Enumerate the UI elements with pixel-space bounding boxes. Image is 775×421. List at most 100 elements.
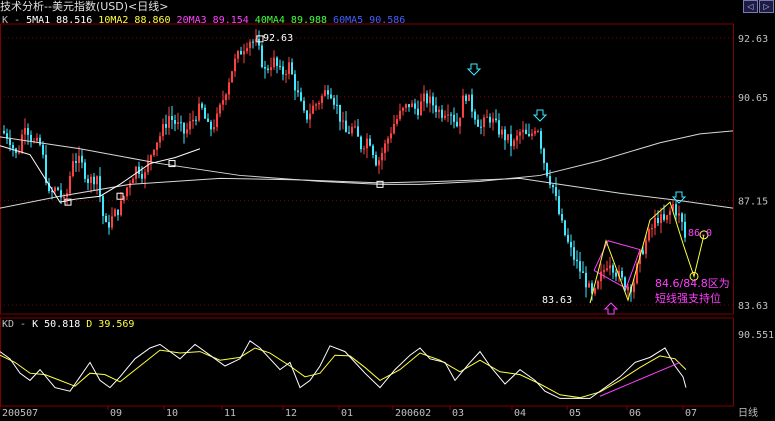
candle-body — [510, 134, 512, 146]
candle-body — [171, 116, 173, 120]
candle-body — [210, 121, 212, 130]
candle-body — [87, 178, 89, 183]
candle-body — [165, 123, 167, 128]
candle-body — [156, 142, 158, 150]
candle-body — [75, 161, 77, 163]
candle-body — [438, 109, 440, 112]
candle-body — [558, 196, 560, 215]
candle-body — [555, 187, 557, 197]
candle-body — [621, 271, 623, 278]
candle-body — [240, 50, 242, 55]
candle-body — [207, 118, 209, 122]
candle-body — [525, 129, 527, 134]
candle-body — [579, 261, 581, 272]
y-tick-label: 92.63 — [738, 34, 768, 45]
candle-body — [513, 140, 515, 146]
candle-body — [294, 74, 296, 91]
candle-body — [327, 90, 329, 95]
candle-body — [450, 114, 452, 116]
candle-body — [570, 241, 572, 248]
candle-body — [27, 128, 29, 135]
candle-body — [453, 114, 455, 122]
candle-body — [195, 119, 197, 121]
candle-body — [177, 122, 179, 124]
candle-body — [669, 210, 671, 216]
candle-body — [396, 119, 398, 125]
candle-body — [435, 105, 437, 112]
candle-body — [141, 173, 143, 179]
candle-body — [645, 240, 647, 254]
candle-body — [84, 162, 86, 179]
candle-body — [147, 161, 149, 173]
candle-body — [489, 116, 491, 123]
candle-body — [324, 90, 326, 96]
candle-body — [354, 126, 356, 128]
candle-body — [237, 50, 239, 59]
candle-body — [492, 118, 494, 123]
candle-body — [567, 235, 569, 242]
candle-body — [360, 136, 362, 150]
candle-body — [606, 268, 608, 271]
down-arrow-icon — [466, 63, 482, 76]
candle-body — [459, 117, 461, 127]
support-text-2: 短线强支持位 — [655, 291, 721, 305]
candle-body — [90, 176, 92, 183]
candle-body — [549, 176, 551, 185]
candle-body — [651, 228, 653, 230]
candle-body — [225, 94, 227, 101]
candle-body — [471, 94, 473, 112]
candle-body — [99, 176, 101, 197]
candle-body — [612, 265, 614, 273]
candle-body — [582, 271, 584, 273]
candle-body — [534, 131, 536, 134]
candle-body — [129, 183, 131, 188]
candle-body — [24, 128, 26, 135]
candle-body — [144, 172, 146, 179]
technical-analysis-window: 技术分析--美元指数(USD)<日线> ◁ ▷ K -5MA1 88.516 10… — [0, 0, 775, 421]
candle-body — [486, 116, 488, 118]
candle-body — [105, 215, 107, 223]
x-tick-label: 12 — [285, 408, 297, 419]
ma-box-marker — [116, 192, 124, 200]
candle-body — [480, 126, 482, 128]
candle-body — [114, 209, 116, 217]
candle-body — [675, 204, 677, 216]
candle-body — [390, 133, 392, 139]
candle-body — [21, 134, 23, 153]
candle-body — [585, 272, 587, 288]
candle-body — [9, 138, 11, 146]
candle-body — [300, 92, 302, 101]
y-tick-label: 87.15 — [738, 197, 768, 208]
candle-body — [264, 67, 266, 69]
candle-body — [234, 58, 236, 72]
candle-body — [420, 101, 422, 116]
candle-body — [684, 221, 686, 238]
candle-body — [198, 103, 200, 121]
candle-body — [597, 281, 599, 289]
candle-body — [429, 96, 431, 104]
candle-body — [504, 129, 506, 141]
candle-body — [498, 120, 500, 135]
candle-body — [588, 283, 590, 288]
candle-body — [342, 120, 344, 122]
candle-body — [393, 124, 395, 134]
candle-body — [180, 122, 182, 124]
candle-body — [495, 118, 497, 121]
candle-body — [291, 62, 293, 75]
candle-body — [474, 111, 476, 120]
candle-body — [111, 216, 113, 228]
candle-body — [378, 160, 380, 166]
candle-body — [336, 104, 338, 106]
candle-body — [219, 104, 221, 114]
candle-body — [3, 130, 5, 134]
candle-body — [159, 136, 161, 143]
candle-body — [456, 121, 458, 127]
candle-body — [174, 119, 176, 124]
candle-body — [252, 41, 254, 43]
candle-body — [681, 213, 683, 222]
candle-body — [666, 215, 668, 220]
candle-body — [366, 138, 368, 149]
candle-body — [357, 126, 359, 137]
candle-body — [399, 110, 401, 120]
high-label: 92.63 — [263, 33, 293, 44]
